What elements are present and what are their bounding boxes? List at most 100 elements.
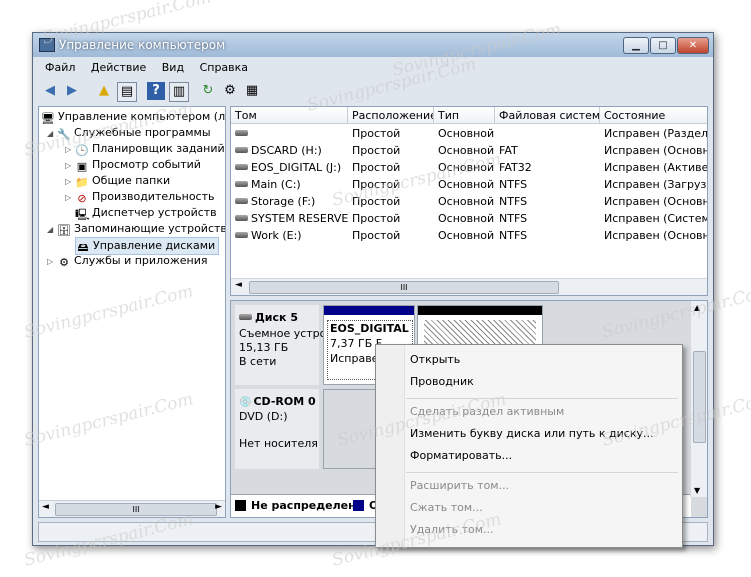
tree-label: Планировщик заданий	[92, 142, 225, 155]
volume-type-cell[interactable]: Основной	[434, 176, 495, 193]
volume-status-cell[interactable]: Исправен (Основной	[600, 193, 707, 210]
minimize-button[interactable]: ▁	[623, 37, 649, 54]
volume-status-cell[interactable]: Исправен (Основной	[600, 142, 707, 159]
tree-item-eventviewer[interactable]: ▷ ▣ Просмотр событий	[65, 157, 201, 173]
tree-item-performance[interactable]: ▷ ⊘ Производительность	[65, 189, 215, 205]
volume-layout-cell[interactable]: Простой	[348, 227, 434, 244]
menu-item-change-letter[interactable]: Изменить букву диска или путь к диску...	[410, 427, 653, 440]
expand-icon[interactable]: ▷	[47, 254, 57, 270]
expand-icon[interactable]: ▷	[65, 158, 75, 174]
volume-fs-cell[interactable]: FAT	[495, 142, 600, 159]
menu-item-delete[interactable]: Удалить том...	[410, 523, 494, 536]
expand-icon[interactable]: ▷	[65, 142, 75, 158]
volume-horizontal-scrollbar[interactable]: ◄ III	[231, 278, 707, 295]
tree-label: Управление дисками	[93, 239, 216, 252]
volume-layout-cell[interactable]: Простой	[348, 159, 434, 176]
volume-scroll-thumb[interactable]: III	[249, 281, 559, 294]
menu-view[interactable]: Вид	[156, 58, 190, 78]
volume-fs-cell[interactable]: NTFS	[495, 176, 600, 193]
properties-icon[interactable]: ⚙	[221, 82, 239, 100]
column-header-status[interactable]: Состояние	[600, 107, 707, 124]
volume-layout-cell[interactable]: Простой	[348, 125, 434, 142]
volume-name-cell[interactable]: Main (C:)	[231, 176, 348, 193]
column-header-type[interactable]: Тип	[434, 107, 495, 124]
tree-scroll-thumb[interactable]: III	[55, 503, 217, 516]
tree-horizontal-scrollbar[interactable]: ◄ III ►	[39, 500, 225, 517]
volume-status-cell[interactable]: Исправен (Основной	[600, 227, 707, 244]
tree-item-sharedfolders[interactable]: ▷ 📁 Общие папки	[65, 173, 170, 189]
scroll-right-icon[interactable]: ►	[215, 502, 222, 512]
tree-item-scheduler[interactable]: ▷ 🕒 Планировщик заданий	[65, 141, 225, 157]
volume-fs-cell[interactable]: FAT32	[495, 159, 600, 176]
disk-icon	[239, 314, 252, 320]
column-header-filesystem[interactable]: Файловая система	[495, 107, 600, 124]
volume-type-cell[interactable]: Основной	[434, 210, 495, 227]
disk-vertical-scrollbar[interactable]: ▲ ▼	[690, 301, 707, 497]
tree-item-root[interactable]: 🖥Управление компьютером (лока	[41, 109, 225, 125]
disk-icon	[235, 181, 248, 187]
collapse-icon[interactable]: ◢	[47, 222, 57, 238]
scroll-down-icon[interactable]: ▼	[694, 486, 700, 495]
column-header-layout[interactable]: Расположение	[348, 107, 434, 124]
action-pane-icon[interactable]: ▥	[169, 82, 189, 102]
disk5-info[interactable]: Диск 5 Съемное устрой 15,13 ГБ В сети	[235, 305, 334, 385]
help-icon[interactable]: ?	[147, 82, 165, 100]
volume-name-cell[interactable]: DSCARD (H:)	[231, 142, 348, 159]
volume-fs-cell[interactable]: NTFS	[495, 227, 600, 244]
collapse-icon[interactable]: ◢	[47, 126, 57, 142]
close-button[interactable]: ✕	[677, 37, 709, 54]
show-tree-icon[interactable]: ▤	[117, 82, 137, 102]
menu-item-format[interactable]: Форматировать...	[410, 449, 512, 462]
settings-icon[interactable]: ▦	[243, 82, 261, 100]
volume-fs-cell[interactable]: NTFS	[495, 210, 600, 227]
volume-type-cell[interactable]: Основной	[434, 159, 495, 176]
volume-status-cell[interactable]: Исправен (Загрузка	[600, 176, 707, 193]
expand-icon[interactable]: ▷	[65, 174, 75, 190]
volume-layout-cell[interactable]: Простой	[348, 193, 434, 210]
refresh-icon[interactable]: ↻	[199, 82, 217, 100]
scroll-left-icon[interactable]: ◄	[42, 502, 49, 512]
volume-layout-cell[interactable]: Простой	[348, 142, 434, 159]
column-header-volume[interactable]: Том	[231, 107, 348, 124]
menu-action[interactable]: Действие	[85, 58, 152, 78]
volume-name-cell[interactable]: Storage (F:)	[231, 193, 348, 210]
menu-item-open[interactable]: Открыть	[410, 353, 460, 366]
volume-status-cell[interactable]: Исправен (Система,	[600, 210, 707, 227]
tree-item-services[interactable]: ▷ ⚙ Службы и приложения	[47, 253, 207, 269]
volume-fs-cell[interactable]	[495, 125, 600, 142]
volume-name-cell[interactable]: Work (E:)	[231, 227, 348, 244]
menu-bar: Файл Действие Вид Справка	[39, 58, 254, 78]
volume-status-cell[interactable]: Исправен (Раздел в	[600, 125, 707, 142]
volume-name-cell[interactable]: EOS_DIGITAL (J:)	[231, 159, 348, 176]
tree-item-storage[interactable]: ◢ 🗄 Запоминающие устройства	[47, 221, 225, 238]
volume-name-cell[interactable]: SYSTEM RESERVED	[231, 210, 348, 227]
volume-type-cell[interactable]: Основной	[434, 125, 495, 142]
tree-item-devicemanager[interactable]: 🖳 Диспетчер устройств	[75, 205, 217, 221]
volume-type-cell[interactable]: Основной	[434, 193, 495, 210]
scroll-left-icon[interactable]: ◄	[235, 280, 242, 290]
cdrom-info[interactable]: 💿 CD-ROM 0 DVD (D:) Нет носителя	[235, 389, 319, 469]
up-folder-icon[interactable]: ▲	[95, 82, 113, 100]
disk-scroll-thumb[interactable]	[693, 351, 706, 443]
menu-item-explore[interactable]: Проводник	[410, 375, 474, 388]
volume-status-cell[interactable]: Исправен (Активен,	[600, 159, 707, 176]
maximize-button[interactable]: □	[650, 37, 676, 54]
volume-type-cell[interactable]: Основной	[434, 227, 495, 244]
menu-separator	[406, 472, 678, 473]
volume-layout-cell[interactable]: Простой	[348, 210, 434, 227]
menu-item-shrink[interactable]: Сжать том...	[410, 501, 483, 514]
menu-item-extend[interactable]: Расширить том...	[410, 479, 509, 492]
volume-name-cell[interactable]	[231, 125, 348, 142]
volume-type-cell[interactable]: Основной	[434, 142, 495, 159]
tree-item-utilities[interactable]: ◢ 🔧 Служебные программы	[47, 125, 211, 141]
menu-item-mark-active[interactable]: Сделать раздел активным	[410, 405, 564, 418]
menu-help[interactable]: Справка	[194, 58, 254, 78]
menu-file[interactable]: Файл	[39, 58, 81, 78]
scroll-up-icon[interactable]: ▲	[694, 303, 700, 312]
back-arrow-icon[interactable]: ◀	[41, 82, 59, 100]
volume-layout-cell[interactable]: Простой	[348, 176, 434, 193]
title-bar[interactable]: Управление компьютером ▁ □ ✕	[33, 33, 713, 57]
expand-icon[interactable]: ▷	[65, 190, 75, 206]
forward-arrow-icon[interactable]: ▶	[63, 82, 81, 100]
volume-fs-cell[interactable]: NTFS	[495, 193, 600, 210]
